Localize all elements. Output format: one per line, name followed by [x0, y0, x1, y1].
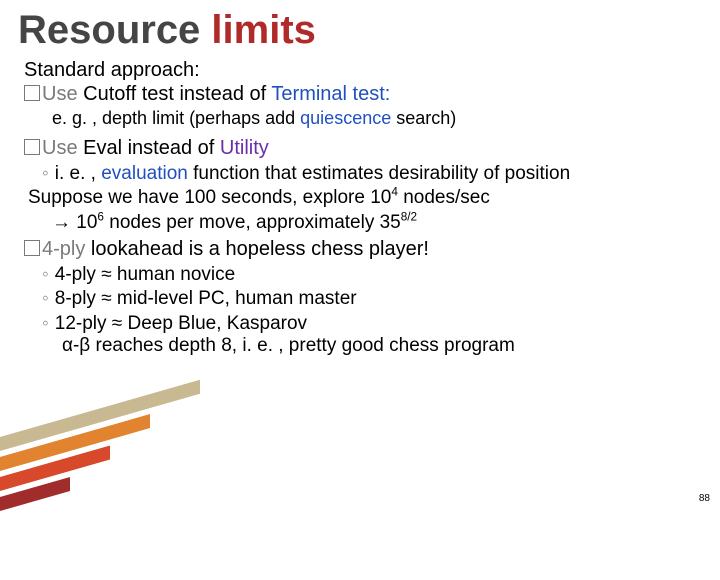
slide-body: Standard approach: Use Cutoff test inste… [0, 53, 720, 357]
cutoff-note: e. g. , depth limit (perhaps add quiesce… [52, 108, 692, 129]
caret-icon: ◦ [42, 288, 49, 309]
title-accent: limits [211, 8, 315, 52]
s2pre: Suppose we have 100 seconds, explore 10 [28, 187, 391, 208]
utility-link: Utility [220, 137, 269, 159]
decorative-stripes [0, 380, 200, 580]
exp82: 8/2 [401, 211, 417, 224]
caret-icon: ◦ [42, 264, 49, 285]
s1c: function that estimates desirability of … [188, 163, 570, 184]
eval-sub1: ◦ i. e. , evaluation function that estima… [42, 163, 692, 185]
stripe-icon [0, 477, 70, 534]
s2mid: nodes/sec [398, 187, 490, 208]
arrow-icon: → [52, 212, 71, 233]
bullet-4ply: 4-ply lookahead is a hopeless chess play… [24, 238, 692, 262]
page-number: 88 [699, 493, 710, 504]
fourply-rest: lookahead is a hopeless chess player! [85, 238, 429, 260]
note-c: search) [391, 108, 456, 128]
eval-text: Eval instead of [78, 137, 220, 159]
eval-sub3: → 106 nodes per move, approximately 358/… [52, 212, 692, 234]
bullet-cutoff: Use Cutoff test instead of Terminal test… [24, 83, 692, 107]
slide-title: Resource limits [0, 0, 720, 53]
stripe-icon [0, 414, 150, 494]
ply-line3: ◦ 12-ply ≈ Deep Blue, Kasparov [42, 313, 692, 335]
quiescence-link: quiescence [300, 108, 391, 128]
use-label: Use [42, 137, 78, 159]
s3pre: 10 [71, 212, 97, 233]
bullet-eval: Use Eval instead of Utility [24, 137, 692, 161]
terminal-link: Terminal test: [271, 83, 390, 105]
s3mid: nodes per move, approximately 35 [104, 212, 401, 233]
note-a: e. g. , depth limit (perhaps add [52, 108, 300, 128]
ply4: α-β reaches depth 8, i. e. , pretty good… [62, 335, 515, 356]
intro-text: Standard approach: [24, 59, 692, 83]
ply-line4: α-β reaches depth 8, i. e. , pretty good… [62, 335, 692, 357]
cutoff-text: Cutoff test instead of [78, 83, 272, 105]
s1a: i. e. , [55, 163, 101, 184]
checkbox-icon [24, 139, 40, 155]
fourply-label: 4-ply [42, 238, 85, 260]
ply3: 12-ply ≈ Deep Blue, Kasparov [55, 313, 307, 334]
ply2: 8-ply ≈ mid-level PC, human master [55, 288, 357, 309]
checkbox-icon [24, 240, 40, 256]
eval-sub2: Suppose we have 100 seconds, explore 104… [28, 187, 692, 209]
title-plain: Resource [18, 8, 211, 52]
ply1: 4-ply ≈ human novice [55, 264, 235, 285]
ply-line1: ◦ 4-ply ≈ human novice [42, 264, 692, 286]
use-label: Use [42, 83, 78, 105]
checkbox-icon [24, 85, 40, 101]
caret-icon: ◦ [42, 163, 49, 184]
caret-icon: ◦ [42, 313, 49, 334]
stripe-icon [0, 446, 110, 514]
stripe-icon [0, 380, 200, 474]
evaluation-link: evaluation [101, 163, 188, 184]
ply-line2: ◦ 8-ply ≈ mid-level PC, human master [42, 288, 692, 310]
